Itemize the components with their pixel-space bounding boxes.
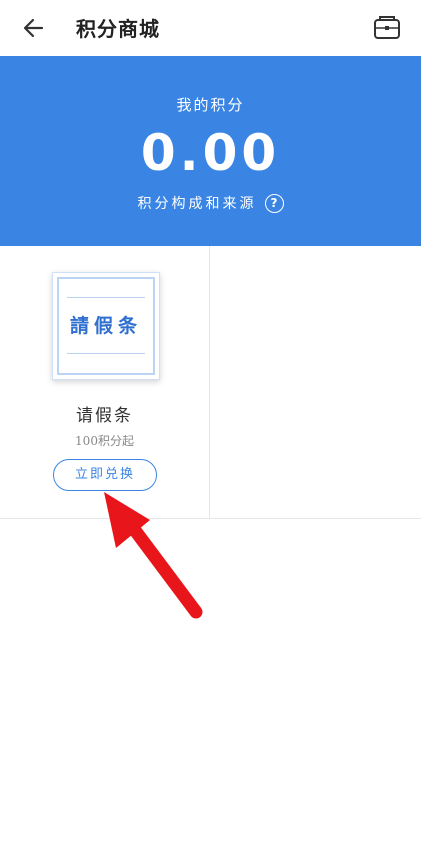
points-value: 0.00 bbox=[140, 124, 281, 182]
product-card[interactable]: 請假条 请假条 100积分起 立即兑换 bbox=[0, 246, 209, 518]
product-points: 100积分起 bbox=[75, 434, 134, 448]
thumbnail-divider bbox=[67, 353, 145, 354]
back-arrow-icon[interactable] bbox=[20, 14, 48, 42]
points-header: 我的积分 0.00 积分构成和来源 ? bbox=[0, 56, 421, 246]
points-source-label: 积分构成和来源 bbox=[137, 196, 257, 212]
thumbnail-divider bbox=[67, 297, 145, 298]
product-name: 请假条 bbox=[76, 406, 133, 426]
page-title: 积分商城 bbox=[76, 17, 160, 41]
points-source-link[interactable]: 积分构成和来源 ? bbox=[0, 193, 421, 213]
redeem-button[interactable]: 立即兑换 bbox=[53, 459, 157, 491]
wallet-icon[interactable] bbox=[372, 14, 402, 42]
column-divider bbox=[209, 246, 210, 518]
thumbnail-text: 請假条 bbox=[69, 315, 142, 337]
help-icon[interactable]: ? bbox=[264, 193, 284, 213]
product-grid: 請假条 请假条 100积分起 立即兑换 bbox=[0, 246, 421, 519]
top-bar: 积分商城 bbox=[0, 0, 421, 56]
points-label: 我的积分 bbox=[176, 96, 245, 114]
product-thumbnail[interactable]: 請假条 bbox=[52, 272, 160, 380]
